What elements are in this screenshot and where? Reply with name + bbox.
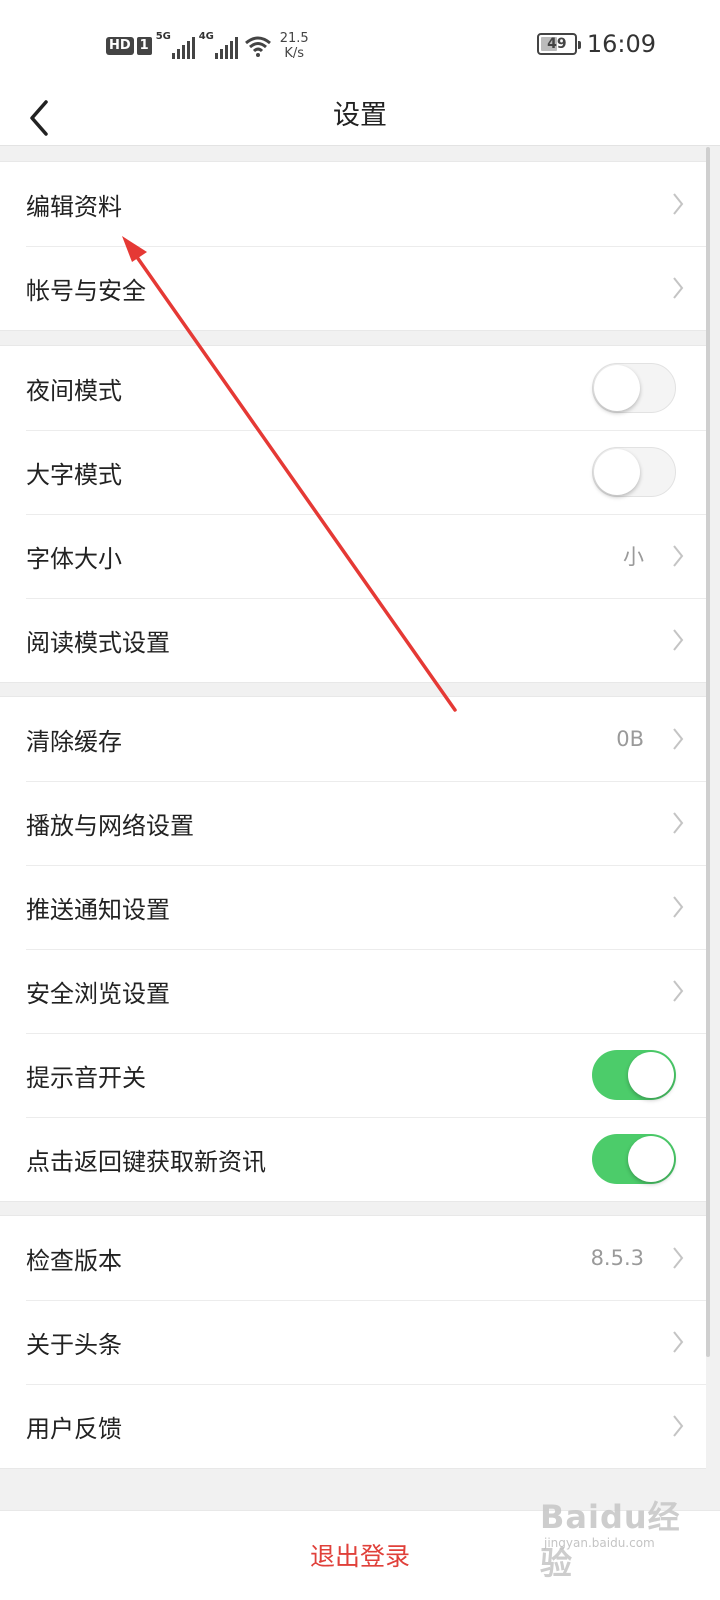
sim-label: 1	[136, 37, 152, 55]
network-gen-5g: 5G	[155, 31, 171, 42]
setting-label: 推送通知设置	[26, 895, 170, 924]
setting-row-playback-network[interactable]: 播放与网络设置	[0, 781, 706, 865]
signal-4g-icon: 4G	[198, 31, 238, 59]
setting-label: 字体大小	[26, 544, 122, 573]
setting-label: 用户反馈	[26, 1414, 122, 1443]
hd-voice-icon: HD 1	[106, 36, 152, 56]
settings-group-general: 清除缓存 0B 播放与网络设置 推送通知设置 安全浏览设置 提示音开关 点击返回…	[0, 696, 706, 1202]
status-left: HD 1 5G 4G 21.5 K/s	[106, 28, 309, 64]
back-refresh-toggle[interactable]	[592, 1134, 676, 1184]
battery-icon: 49	[536, 33, 581, 55]
settings-group-display: 夜间模式 大字模式 字体大小 小 阅读模式设置	[0, 345, 706, 683]
scrollbar[interactable]	[706, 147, 710, 1357]
setting-label: 编辑资料	[26, 192, 122, 221]
setting-row-clear-cache[interactable]: 清除缓存 0B	[0, 697, 706, 781]
chevron-right-icon	[673, 629, 684, 651]
large-text-toggle[interactable]	[592, 447, 676, 497]
chevron-right-icon	[673, 1247, 684, 1269]
wifi-icon	[244, 36, 271, 57]
chevron-right-icon	[673, 812, 684, 834]
night-mode-toggle[interactable]	[592, 363, 676, 413]
setting-row-night-mode: 夜间模式	[0, 346, 706, 430]
chevron-right-icon	[673, 980, 684, 1002]
setting-row-check-version[interactable]: 检查版本 8.5.3	[0, 1216, 706, 1300]
setting-label: 检查版本	[26, 1246, 122, 1275]
status-time: 16:09	[586, 30, 656, 58]
setting-row-font-size[interactable]: 字体大小 小	[0, 514, 706, 598]
page-title: 设置	[333, 100, 387, 131]
setting-row-safe-browsing[interactable]: 安全浏览设置	[0, 949, 706, 1033]
setting-row-about[interactable]: 关于头条	[0, 1300, 706, 1384]
setting-row-reading-mode[interactable]: 阅读模式设置	[0, 598, 706, 682]
setting-label: 关于头条	[26, 1330, 122, 1359]
net-speed-value: 21.5	[279, 31, 309, 46]
status-right: 49 16:09	[536, 30, 656, 58]
hd-label: HD	[106, 37, 134, 55]
setting-label: 提示音开关	[26, 1063, 146, 1092]
setting-row-account-security[interactable]: 帐号与安全	[0, 246, 706, 330]
setting-label: 点击返回键获取新资讯	[26, 1147, 266, 1176]
font-size-value: 小	[623, 545, 644, 569]
settings-group-account: 编辑资料 帐号与安全	[0, 161, 706, 331]
status-bar: HD 1 5G 4G 21.5 K/s 49 16:09	[0, 0, 720, 90]
sound-toggle[interactable]	[592, 1050, 676, 1100]
chevron-right-icon	[673, 896, 684, 918]
setting-row-push-notification[interactable]: 推送通知设置	[0, 865, 706, 949]
nav-bar: 设置	[0, 90, 720, 146]
net-speed: 21.5 K/s	[280, 31, 309, 61]
battery-level: 49	[547, 36, 567, 52]
setting-row-large-text: 大字模式	[0, 430, 706, 514]
setting-row-back-refresh: 点击返回键获取新资讯	[0, 1117, 706, 1201]
net-speed-unit: K/s	[284, 46, 305, 61]
chevron-right-icon	[673, 1331, 684, 1353]
setting-label: 清除缓存	[26, 727, 122, 756]
setting-row-feedback[interactable]: 用户反馈	[0, 1384, 706, 1468]
watermark: Baidu经验 jingyan.baidu.com	[540, 1488, 710, 1582]
signal-5g-icon: 5G	[155, 31, 195, 59]
chevron-right-icon	[673, 728, 684, 750]
watermark-url: jingyan.baidu.com	[544, 1536, 655, 1550]
setting-label: 阅读模式设置	[26, 628, 170, 657]
setting-label: 夜间模式	[26, 376, 122, 405]
chevron-right-icon	[673, 545, 684, 567]
setting-label: 播放与网络设置	[26, 811, 194, 840]
network-gen-4g: 4G	[198, 31, 214, 42]
setting-row-edit-profile[interactable]: 编辑资料	[0, 162, 706, 246]
cache-size-value: 0B	[616, 727, 644, 751]
chevron-right-icon	[673, 193, 684, 215]
chevron-right-icon	[673, 1415, 684, 1437]
setting-label: 帐号与安全	[26, 276, 146, 305]
settings-group-about: 检查版本 8.5.3 关于头条 用户反馈	[0, 1215, 706, 1469]
chevron-right-icon	[673, 277, 684, 299]
setting-label: 大字模式	[26, 460, 122, 489]
setting-label: 安全浏览设置	[26, 979, 170, 1008]
version-value: 8.5.3	[590, 1246, 644, 1270]
setting-row-sound: 提示音开关	[0, 1033, 706, 1117]
